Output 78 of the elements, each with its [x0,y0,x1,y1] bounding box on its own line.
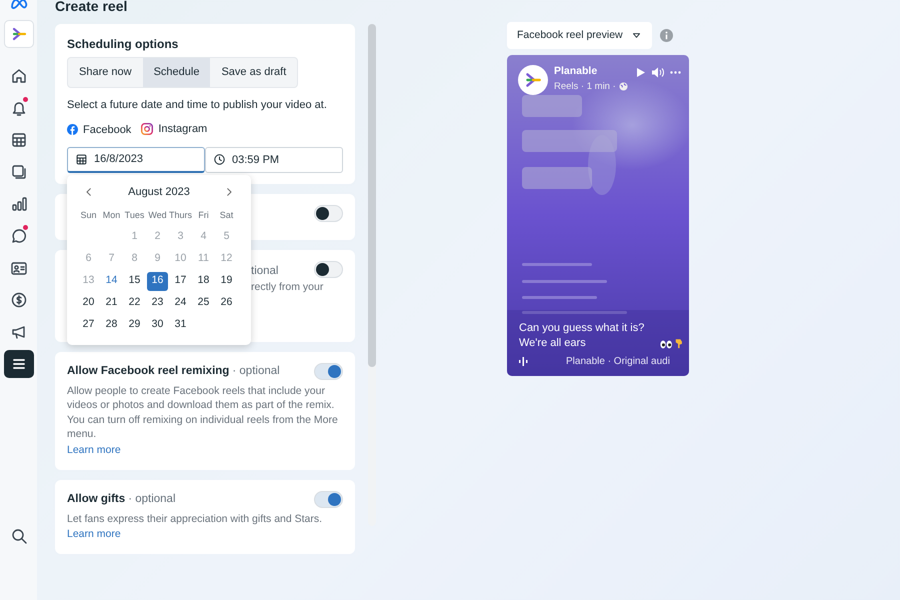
weekday-label: Mon [102,208,120,222]
instagram-icon [141,123,154,136]
setting-description: Allow people to create Facebook reels that include your videos or photos and download them as part of the remix. You can turn off remixing on individual reels from the More menu. [67,384,339,442]
learn-more-link[interactable]: Learn more [67,442,121,458]
calendar-day[interactable]: 15 [124,272,145,291]
chat-bubble-icon [10,227,28,245]
page-title: Create reel [55,0,128,16]
calendar-icon [75,152,88,166]
optional-label: · optional [128,492,176,504]
optional-label: tional [251,264,278,279]
weekday-label: Thurs [169,208,192,222]
toggle-switch[interactable] [314,204,343,222]
date-field[interactable]: 16/8/2023 [67,146,205,173]
toggle-switch[interactable] [314,490,343,508]
calendar-day[interactable]: 25 [193,294,214,313]
volume-icon[interactable] [652,67,664,78]
learn-more-link[interactable]: Learn more [67,527,121,543]
audio-wave-icon [519,357,528,366]
calendar-day[interactable]: 27 [78,316,99,335]
pointing-hand-icon [675,337,683,350]
clock-icon [213,153,226,166]
eyes-icon [660,339,672,350]
calendar-day[interactable]: 24 [170,294,191,313]
toggle-switch[interactable] [314,260,343,278]
calendar-day[interactable]: 14 [101,272,122,291]
setting-title: Allow gifts [67,492,126,504]
calendar-day[interactable]: 30 [147,316,168,335]
calendar-day[interactable]: 22 [124,294,145,313]
month-label: August 2023 [128,184,190,200]
menu-button[interactable] [4,350,34,378]
facebook-icon [67,124,78,136]
grid-icon [10,131,28,149]
setting-description: Let fans express their appreciation with gifts and Stars. [67,512,324,526]
calendar-day[interactable]: 18 [193,272,214,291]
play-icon[interactable] [636,67,646,78]
info-icon[interactable] [660,29,673,42]
weekday-label: Sun [80,208,96,222]
toggle-switch[interactable] [314,362,343,380]
time-field[interactable]: 03:59 PM [205,146,343,173]
calendar-day[interactable]: 19 [216,272,237,291]
calendar-day[interactable]: 23 [147,294,168,313]
calendar-day[interactable]: 20 [78,294,99,313]
weekday-label: Tues [124,208,144,222]
platform-label: Facebook [83,122,132,138]
calendar-day[interactable]: 29 [124,316,145,335]
dollar-icon [10,291,28,309]
reel-meta: Reels · 1 min · [554,80,616,94]
weekday-label: Fri [198,208,209,222]
weekday-label: Sat [220,208,234,222]
app-button[interactable] [4,20,34,48]
calendar-day[interactable]: 21 [101,294,122,313]
notification-dot [22,97,28,102]
mode-tab[interactable]: Save as draft [210,58,298,86]
setting-description: rectly from your [251,281,324,293]
instruction-text: Select a future date and time to publish your video at. [67,98,328,112]
notification-dot [22,225,28,230]
mode-tab[interactable]: Share now [68,58,143,86]
calendar-day[interactable]: 17 [170,272,191,291]
weekday-label: Wed [148,208,167,222]
optional-label: · optional [232,364,280,376]
calendar-day[interactable]: 31 [170,316,191,335]
setting-title: Allow Facebook reel remixing [67,364,230,376]
card-title: Scheduling options [67,36,180,53]
preview-dropdown[interactable]: Facebook reel preview [507,22,652,49]
calendar-day[interactable]: 28 [101,316,122,335]
calendar-day[interactable]: 26 [216,294,237,313]
layers-icon [10,163,28,181]
account-name: Planable [554,65,598,78]
platform-label: Instagram [158,122,208,137]
search-icon [10,527,28,545]
home-icon [10,67,28,85]
bar-chart-icon [10,195,28,213]
calendar-day[interactable]: 16 [147,272,168,291]
mode-tab[interactable]: Schedule [142,58,210,86]
scrollbar[interactable] [368,24,376,526]
audio-label: Planable · Original audi [566,355,670,369]
globe-icon [618,82,628,91]
reel-caption: Can you guess what it is? We're all ears [519,321,646,350]
